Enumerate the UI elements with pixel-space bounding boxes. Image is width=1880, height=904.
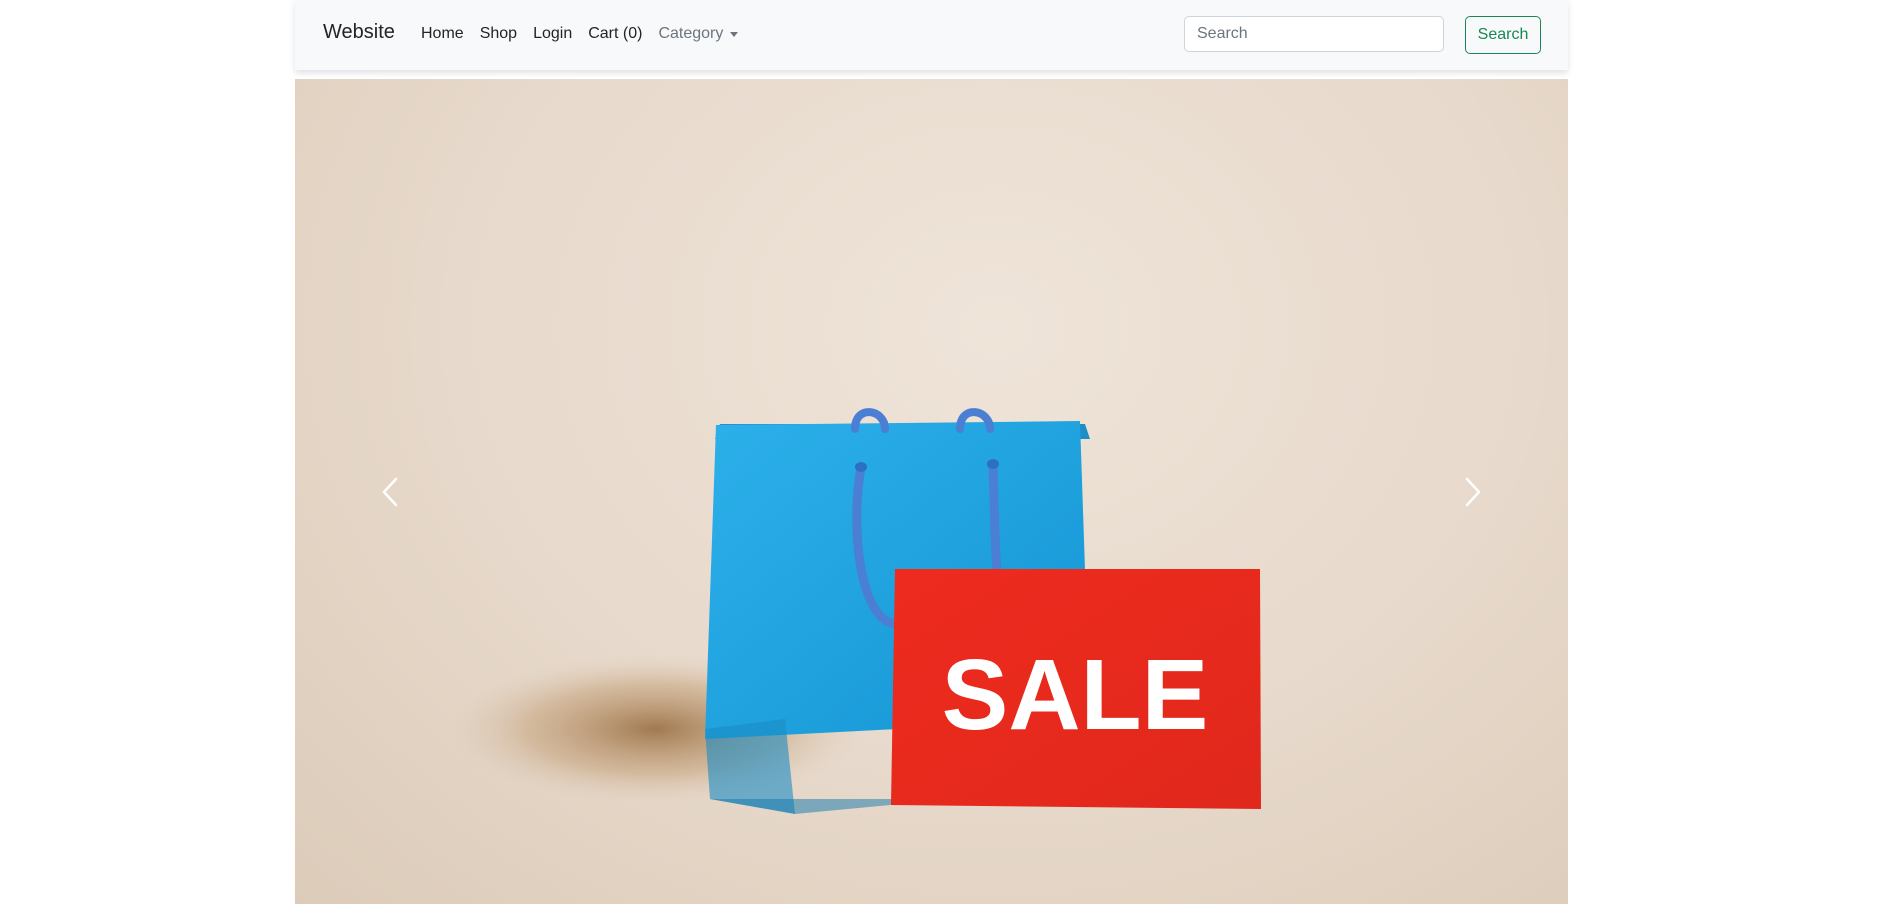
nav-link-home[interactable]: Home — [421, 25, 464, 43]
bag-handle-hole-right — [987, 459, 999, 469]
navbar: Website Home Shop Login Cart (0) Categor… — [295, 0, 1568, 70]
nav-links: Home Shop Login Cart (0) Category — [421, 25, 754, 43]
nav-link-login[interactable]: Login — [533, 25, 572, 43]
category-dropdown[interactable]: Category — [658, 25, 739, 43]
bag-bottom-edge — [710, 799, 900, 814]
hero-carousel: SALE — [295, 79, 1568, 904]
carousel-prev-button[interactable] — [295, 79, 485, 904]
nav-link-shop[interactable]: Shop — [480, 25, 517, 43]
category-dropdown-label: Category — [658, 25, 724, 42]
search-input[interactable] — [1184, 16, 1444, 52]
chevron-right-icon — [1465, 477, 1481, 506]
chevron-left-icon — [382, 477, 398, 506]
page-container: Website Home Shop Login Cart (0) Categor… — [295, 0, 1568, 904]
nav-link-cart[interactable]: Cart (0) — [588, 25, 642, 43]
brand-link[interactable]: Website — [323, 21, 395, 44]
bag-handle-hole-left — [855, 462, 867, 472]
sale-sign-text: SALE — [942, 639, 1209, 751]
search-button[interactable]: Search — [1465, 16, 1541, 54]
carousel-next-button[interactable] — [1378, 79, 1568, 904]
caret-down-icon — [730, 31, 739, 37]
